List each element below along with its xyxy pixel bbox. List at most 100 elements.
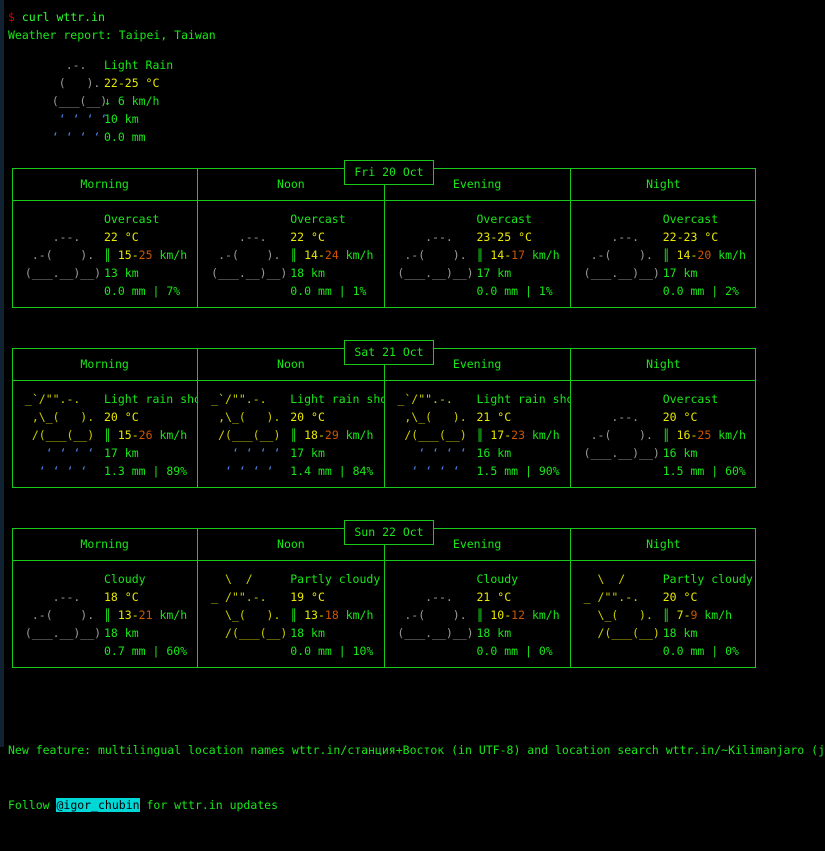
ascii-art-line: ʻ ʻ ʻ ʻ [204, 464, 288, 478]
wind-high: 23 [511, 428, 526, 442]
forecast-cell-details: Overcast 23-25 °C ║ 14-17 km/h 17 km 0.0 mm … [477, 210, 560, 300]
precip-amount: 0.0 mm [476, 644, 519, 658]
forecast-period-body-row: .--. .-( ). (___.__)__) Overcast 22 °C ║ 15… [12, 201, 756, 307]
wind-direction-icon: ↓ [104, 94, 111, 108]
ascii-art-line: (___.__)__) [390, 626, 474, 640]
wind-direction-icon: ║ [104, 608, 111, 622]
current-temperature: 22-25 °C [104, 76, 160, 90]
ascii-art-line: (___.__)__) [390, 266, 474, 280]
forecast-condition: Overcast [663, 390, 746, 408]
forecast-wind: ║ 13-21 km/h [104, 606, 187, 624]
footer-notices: New feature: multilingual location names… [8, 705, 825, 851]
forecast-cell-details: Light rain sho║20 °C║ 18-29 km/h17 km1.4… [290, 390, 385, 480]
weather-report-heading: Weather report: Taipei, Taiwan [8, 28, 216, 42]
wind-low: 14 [490, 248, 505, 262]
wind-space [670, 248, 677, 262]
precip-amount: 0.0 mm [662, 644, 705, 658]
ascii-art-line: \ / [204, 572, 288, 586]
precip-separator: | [704, 644, 726, 658]
footer-line-follow: Follow @igor_chubin for wttr.in updates [8, 796, 825, 815]
weather-icon-overcast: .--. .-( ). (___.__)__) [390, 228, 474, 282]
forecast-cell: .--. .-( ). (___.__)__) Overcast 22 °C ║ 14… [198, 201, 385, 307]
forecast-condition: Overcast [477, 210, 560, 228]
forecast-visibility: 17 km [662, 266, 698, 280]
forecast-precipitation: 0.0 mm | 2% [663, 282, 746, 300]
wind-low: 15 [117, 248, 132, 262]
forecast-temperature: 20 °C [290, 408, 383, 426]
forecast-temperature: 20 °C [663, 588, 753, 606]
forecast-visibility: 18 km [290, 266, 325, 280]
wind-low: 16 [676, 428, 691, 442]
temp-unit: °C [697, 230, 719, 244]
temp-unit: °C [304, 230, 325, 244]
temp-low: 20 [104, 410, 118, 424]
weather-icon-sunrain: _`/"".-. ,\_( ). /(___(__) ʻ ʻ ʻ ʻ ʻ ʻ ʻ… [18, 390, 101, 480]
footer-follow-suffix: for wttr.in updates [139, 798, 279, 812]
forecast-wind: ║ 15-26 km/h [104, 426, 197, 444]
condition-text: Partly cloudy [662, 572, 753, 586]
ascii-art-line: .--. [576, 230, 660, 244]
forecast-visibility: 16 km [662, 446, 698, 460]
forecast-temperature: 19 °C [290, 588, 380, 606]
forecast-precipitation: 0.0 mm | 0% [477, 642, 560, 660]
wind-direction-icon: ║ [104, 428, 111, 442]
ascii-art-line: .--. [576, 410, 660, 424]
forecast-cell-details: Light rain sho║20 °C║ 15-26 km/h17 km1.3… [104, 390, 199, 480]
condition-text: Light rain sho [104, 392, 199, 406]
wind-unit: km/h [152, 608, 188, 622]
forecast-temperature: 21 °C [476, 408, 570, 426]
forecast-cell-details: Cloudy 21 °C ║ 10-12 km/h 18 km 0.0 mm | 0% [477, 570, 560, 660]
ascii-art-line: (___.__)__) [18, 626, 102, 640]
forecast-visibility: 18 km [476, 626, 512, 640]
precip-chance: 60% [166, 644, 188, 658]
footer-feature-location-example: станция+Восток [347, 743, 445, 757]
ascii-art-line: .-( ). [18, 248, 102, 262]
forecast-wind: ║ 17-23 km/h [477, 426, 570, 444]
forecast-precipitation: 0.0 mm | 1% [290, 282, 373, 300]
forecast-condition: Cloudy [104, 570, 187, 588]
precip-chance: 1% [538, 284, 553, 298]
temp-low: 23 [476, 230, 491, 244]
ascii-art-line: ,\_( ). [18, 410, 102, 424]
forecast-wind: ║ 16-25 km/h [663, 426, 746, 444]
temp-low: 21 [476, 410, 491, 424]
forecast-wind: ║ 13-18 km/h [290, 606, 380, 624]
wind-low: 15 [117, 428, 132, 442]
weather-icon-overcast: .--. .-( ). (___.__)__) [18, 228, 101, 282]
forecast-day-label: Sat 21 Oct [344, 340, 434, 365]
temp-unit: °C [304, 410, 325, 424]
forecast-precipitation: 1.4 mm | 84% [290, 462, 383, 480]
forecast-cell: \ / _ /"".-. \_( ). /(___(__) Partly clou… [198, 561, 385, 667]
wind-unit: km/h [711, 248, 746, 262]
ascii-art-line: .-( ). [390, 248, 474, 262]
temp-low: 22 [290, 230, 305, 244]
ascii-art-line: ʻ ʻ ʻ ʻ [390, 446, 474, 460]
precip-amount: 0.0 mm [290, 284, 332, 298]
wind-low: 14 [304, 248, 318, 262]
condition-text: Overcast [662, 392, 719, 406]
ascii-art-line: _ /"".-. [576, 590, 653, 604]
wind-low: 10 [490, 608, 505, 622]
twitter-handle-link[interactable]: @igor_chubin [56, 798, 140, 812]
current-conditions-block: .-. ( ). (___(__) ʻ ʻ ʻ ʻ ʻ ʻ ʻ ʻ Light … [8, 56, 173, 144]
shell-command: curl wttr.in [21, 10, 105, 24]
temp-unit: °C [490, 590, 512, 604]
wind-unit: km/h [697, 608, 733, 622]
ascii-art-line: /(___(__) [18, 428, 102, 442]
precip-separator: | [145, 284, 167, 298]
condition-text: Light rain sho [290, 392, 385, 406]
temp-unit: °C [511, 230, 532, 244]
ascii-art-line: .--. [390, 590, 474, 604]
condition-text: Overcast [104, 212, 160, 226]
forecast-condition: Light rain sho║ [290, 390, 385, 408]
forecast-cell: .--. .-( ). (___.__)__) Cloudy 18 °C ║ 13-2… [12, 561, 199, 667]
temp-unit: °C [490, 410, 512, 424]
wind-high: 25 [138, 248, 153, 262]
forecast-period-body-row: _`/"".-. ,\_( ). /(___(__) ʻ ʻ ʻ ʻ ʻ ʻ ʻ… [12, 381, 756, 487]
temp-low: 20 [662, 410, 677, 424]
precip-separator: | [704, 284, 726, 298]
forecast-cell: \ / _ /"".-. \_( ). /(___(__) Partly clou… [571, 561, 756, 667]
precip-amount: 1.5 mm [662, 464, 705, 478]
precip-separator: | [145, 464, 167, 478]
ascii-art-line: _ /"".-. [204, 590, 281, 604]
